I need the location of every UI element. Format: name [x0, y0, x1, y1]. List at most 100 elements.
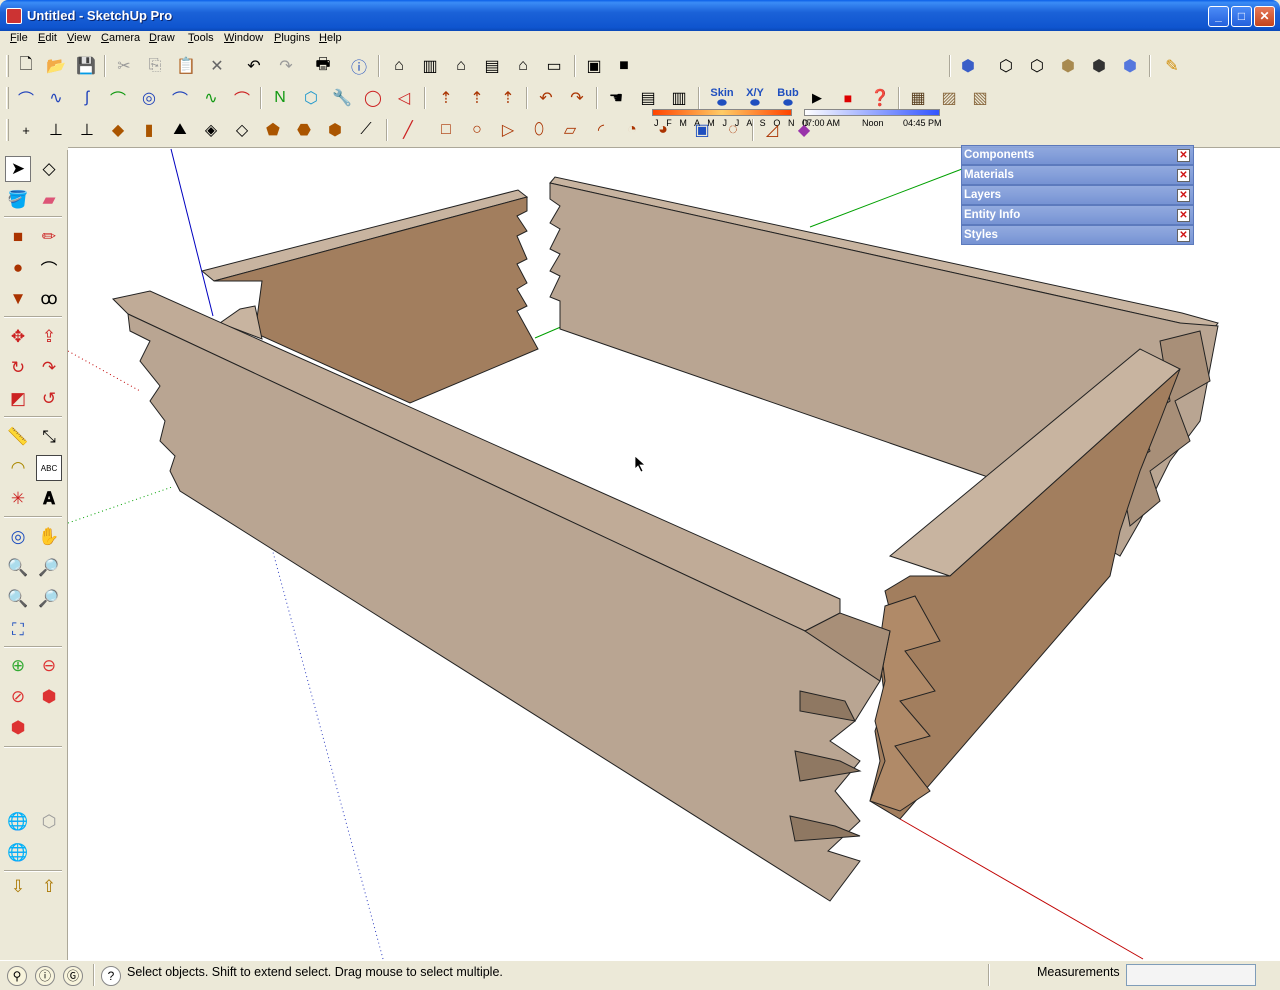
circle-icon[interactable]: ●: [5, 255, 31, 281]
ellipse-icon[interactable]: ◯: [361, 86, 385, 110]
pie-tool-icon[interactable]: ◕: [651, 118, 675, 142]
make-component-icon[interactable]: ◇: [36, 156, 62, 182]
get-models-icon[interactable]: ⬢: [36, 684, 62, 710]
close-button[interactable]: ✕: [1254, 6, 1275, 27]
bub-plugin-button[interactable]: Bub ⬬: [773, 86, 803, 110]
select-arrow-icon[interactable]: ➤: [5, 156, 31, 182]
share-model-icon[interactable]: ⬢: [5, 715, 31, 741]
undo-icon[interactable]: ↶: [242, 54, 266, 78]
menu-file[interactable]: File: [10, 32, 28, 44]
line-tool-icon[interactable]: ╱: [396, 118, 420, 142]
freehand-icon[interactable]: ꝏ: [36, 286, 62, 312]
geo-location-icon[interactable]: ⚲: [7, 966, 27, 986]
top-view-icon[interactable]: ▥: [418, 54, 442, 78]
add-detail-icon[interactable]: ◈: [199, 118, 223, 142]
shaded-style-icon[interactable]: ⬢: [1056, 54, 1080, 78]
sandbox-contours-icon[interactable]: ▦: [906, 86, 930, 110]
polygon-tool-icon[interactable]: ⬡: [299, 86, 323, 110]
add-location-icon[interactable]: ⊕: [5, 653, 31, 679]
joint-push-pull-icon[interactable]: ⇡: [434, 86, 458, 110]
iso-view-icon[interactable]: ⌂: [387, 54, 411, 78]
xy-plugin-button[interactable]: X/Y ⬬: [740, 86, 770, 110]
ellipse-tool-icon[interactable]: ⬯: [527, 118, 551, 142]
guide-line-icon[interactable]: ⊥: [44, 118, 68, 142]
front-view-icon[interactable]: ⌂: [449, 54, 473, 78]
paint-gradient-icon[interactable]: ◆: [792, 118, 816, 142]
copy-icon[interactable]: ⎘: [143, 54, 167, 78]
help-icon[interactable]: ?: [101, 966, 121, 986]
cut-icon[interactable]: ✂: [112, 54, 136, 78]
previous-view-icon[interactable]: 🔍: [5, 586, 31, 612]
monochrome-style-icon[interactable]: ⬢: [1118, 54, 1142, 78]
layer-manager-icon[interactable]: ▥: [667, 86, 691, 110]
menu-edit[interactable]: Edit: [38, 32, 57, 44]
orbit-icon[interactable]: ◎: [5, 524, 31, 550]
user-icon[interactable]: Ⓖ: [63, 966, 83, 986]
drape-icon[interactable]: ◆: [106, 118, 130, 142]
measurements-input[interactable]: [1126, 964, 1256, 986]
3d-text-icon[interactable]: 𝐀: [36, 486, 62, 512]
flip-edge-icon[interactable]: ◇: [230, 118, 254, 142]
zigzag-line-icon[interactable]: N: [268, 86, 292, 110]
zoom-extents-icon[interactable]: ⛶: [5, 617, 31, 643]
eraser-icon[interactable]: ▰: [36, 187, 62, 213]
next-view-icon[interactable]: 🔎: [36, 586, 62, 612]
arc-tool-icon[interactable]: ⌒: [106, 86, 130, 110]
curve-icon[interactable]: ⌒: [168, 86, 192, 110]
menu-tools[interactable]: Tools: [188, 32, 214, 44]
pencil-line-icon[interactable]: ✏: [36, 224, 62, 250]
follow-me-icon[interactable]: ↷: [36, 355, 62, 381]
stamp-icon[interactable]: ▮: [137, 118, 161, 142]
tray-materials[interactable]: Materials ✕: [961, 165, 1194, 185]
wrench-edit-icon[interactable]: 🔧: [330, 86, 354, 110]
add-point-icon[interactable]: +: [14, 118, 38, 142]
stop-record-icon[interactable]: ■: [836, 86, 860, 110]
redo-icon[interactable]: ↷: [274, 54, 298, 78]
menu-window[interactable]: Window: [224, 32, 263, 44]
freehand-shape-icon[interactable]: ◌: [721, 118, 745, 142]
vector-push-pull-icon[interactable]: ⇡: [465, 86, 489, 110]
zoom-icon[interactable]: 🔍: [5, 555, 31, 581]
extrude-icon[interactable]: ⬣: [292, 118, 316, 142]
rotate-icon[interactable]: ↻: [5, 355, 31, 381]
shadow-settings-icon[interactable]: ▣: [582, 54, 606, 78]
red-arc-icon[interactable]: ⌒: [230, 86, 254, 110]
offset-icon[interactable]: ↺: [36, 386, 62, 412]
pan-hand-icon[interactable]: ✋: [36, 524, 62, 550]
layer-stack-icon[interactable]: ▤: [636, 86, 660, 110]
model-info-icon[interactable]: ⓘ: [347, 54, 371, 78]
wireframe-style-icon[interactable]: ⬡: [994, 54, 1018, 78]
freehand-curve-icon[interactable]: ∿: [199, 86, 223, 110]
smoove-icon[interactable]: ▧: [968, 86, 992, 110]
skin-plugin-button[interactable]: Skin ⬬: [707, 86, 737, 110]
close-icon[interactable]: ✕: [1177, 189, 1190, 202]
scale-icon[interactable]: ◩: [5, 386, 31, 412]
open-folder-icon[interactable]: 📂: [44, 54, 68, 78]
sector-tool-icon[interactable]: ◔: [620, 118, 644, 142]
google-earth-disabled-icon[interactable]: ⬡: [36, 809, 62, 835]
tray-layers[interactable]: Layers ✕: [961, 185, 1194, 205]
polyline-icon[interactable]: ʃ: [75, 86, 99, 110]
push-pull-icon[interactable]: ⇪: [36, 324, 62, 350]
remove-location-icon[interactable]: ⊖: [36, 653, 62, 679]
parallelogram-tool-icon[interactable]: ▱: [558, 118, 582, 142]
tape-measure-icon[interactable]: 📏: [5, 424, 31, 450]
shaded-textures-style-icon[interactable]: ⬢: [1087, 54, 1111, 78]
menu-plugins[interactable]: Plugins: [274, 32, 310, 44]
save-icon[interactable]: 💾: [74, 54, 98, 78]
close-icon[interactable]: ✕: [1177, 149, 1190, 162]
close-icon[interactable]: ✕: [1177, 209, 1190, 222]
smoove-terrain-icon[interactable]: ⛰: [168, 118, 192, 142]
print-icon[interactable]: 🖶: [311, 54, 335, 78]
back-view-icon[interactable]: ⌂: [511, 54, 535, 78]
toolbar-grip[interactable]: [6, 119, 9, 141]
spline-icon[interactable]: ∿: [44, 86, 68, 110]
toolbar-grip[interactable]: [6, 87, 9, 109]
menu-help[interactable]: Help: [319, 32, 342, 44]
circle-tool-icon[interactable]: ○: [465, 118, 489, 142]
close-icon[interactable]: ✕: [1177, 229, 1190, 242]
terrain-line-icon[interactable]: ⟋: [354, 118, 378, 142]
rectangle-tool-icon[interactable]: □: [434, 118, 458, 142]
solid-icon[interactable]: ⬢: [323, 118, 347, 142]
download-model-icon[interactable]: ⇩: [5, 874, 31, 900]
